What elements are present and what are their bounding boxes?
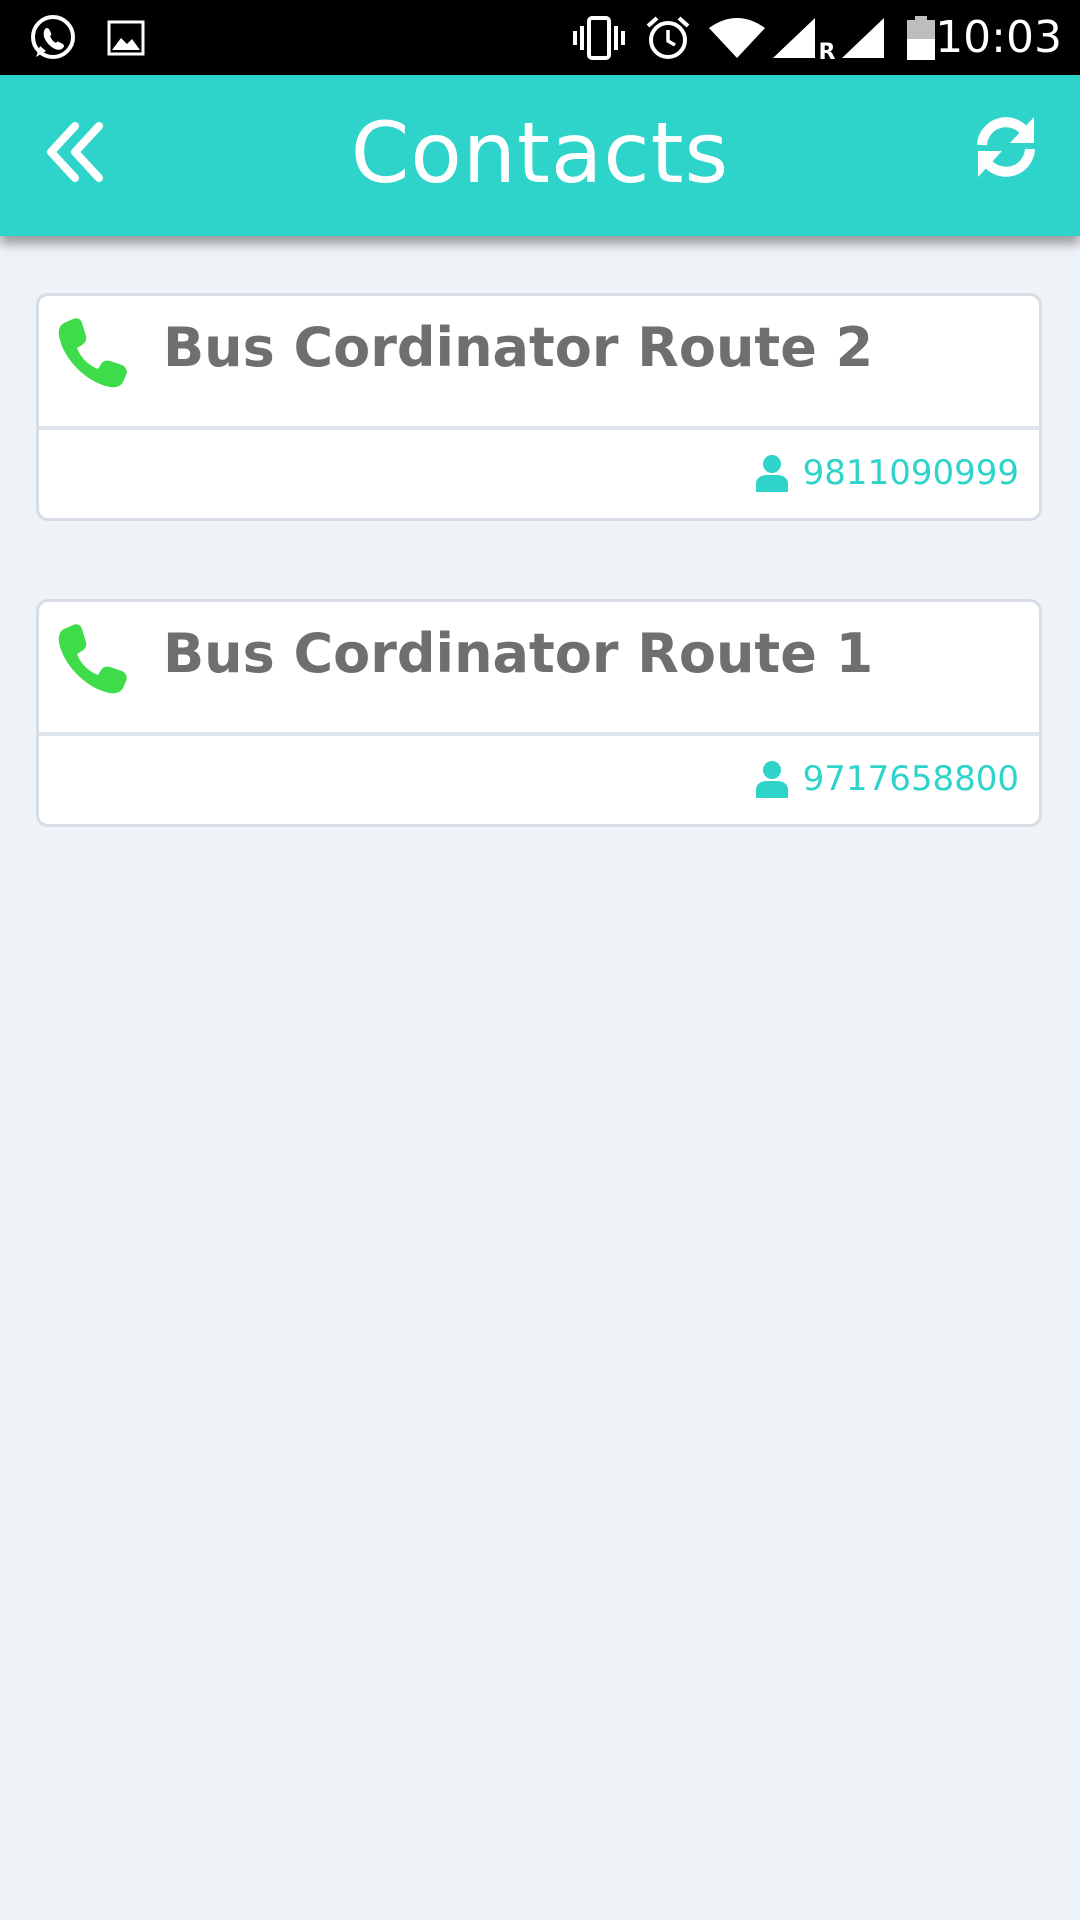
phone-icon[interactable] <box>55 316 129 390</box>
contact-name: Bus Cordinator Route 1 <box>163 622 874 685</box>
status-bar: R 10:03 <box>0 0 1080 75</box>
contact-name: Bus Cordinator Route 2 <box>163 316 874 379</box>
vibrate-icon <box>570 12 628 64</box>
refresh-button[interactable] <box>968 109 1044 185</box>
user-icon <box>755 455 788 492</box>
app-bar: Contacts <box>0 75 1080 236</box>
signal-icon <box>838 12 888 64</box>
contact-number: 9717658800 <box>802 759 1019 799</box>
whatsapp-icon <box>26 12 80 64</box>
contact-card[interactable]: Bus Cordinator Route 2 9811090999 <box>36 293 1042 521</box>
page-title: Contacts <box>350 104 730 202</box>
contact-card[interactable]: Bus Cordinator Route 1 9717658800 <box>36 599 1042 827</box>
contact-card-footer: 9811090999 <box>39 430 1039 518</box>
contact-number-row[interactable]: 9717658800 <box>755 754 1019 804</box>
contact-number: 9811090999 <box>802 453 1019 493</box>
refresh-icon <box>977 117 1035 177</box>
wifi-icon <box>706 12 768 64</box>
contact-card-footer: 9717658800 <box>39 736 1039 824</box>
battery-icon <box>904 12 938 64</box>
alarm-icon <box>644 12 692 64</box>
phone-icon[interactable] <box>55 622 129 696</box>
contact-card-header: Bus Cordinator Route 2 <box>39 296 1039 430</box>
signal-icon <box>770 12 822 64</box>
status-time: 10:03 <box>935 12 1062 63</box>
roaming-indicator: R <box>818 39 836 65</box>
gallery-icon <box>106 12 146 64</box>
contact-number-row[interactable]: 9811090999 <box>755 448 1019 498</box>
contact-card-header: Bus Cordinator Route 1 <box>39 602 1039 736</box>
user-icon <box>755 761 788 798</box>
